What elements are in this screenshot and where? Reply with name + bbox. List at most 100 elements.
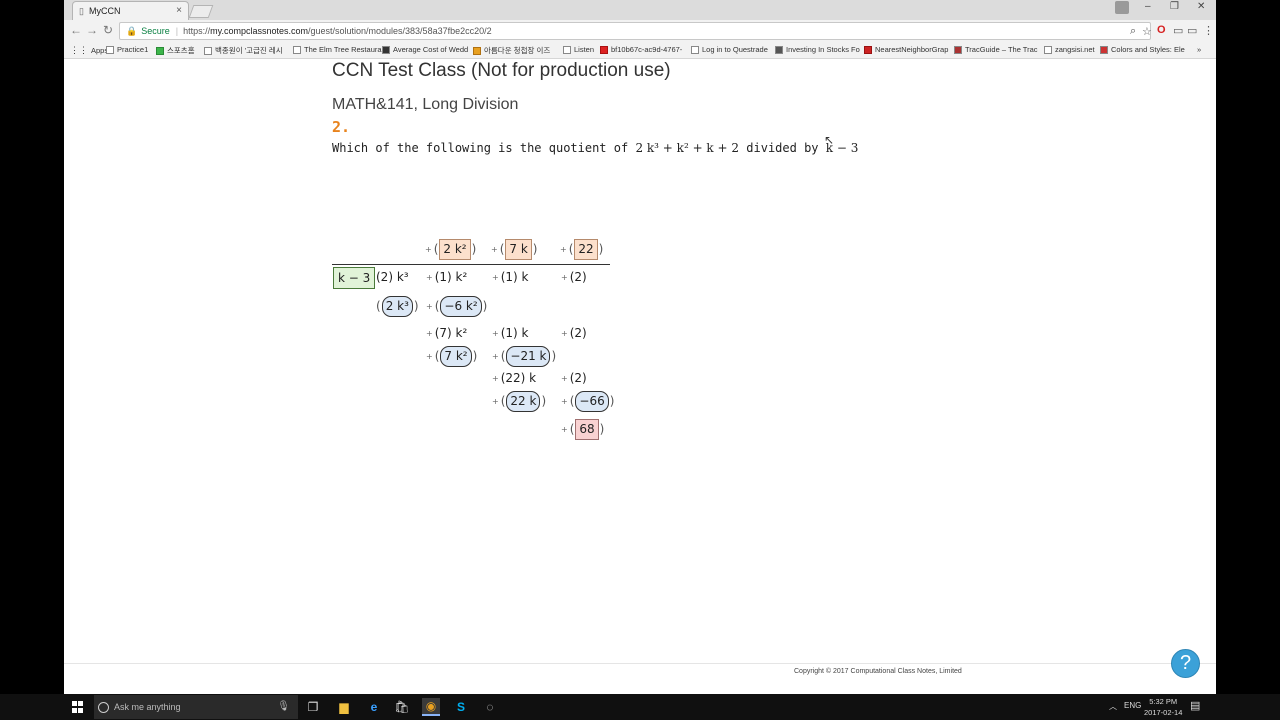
question-polynomial: 2 k³ + k² + k + 2 — [635, 141, 740, 155]
page-content — [64, 60, 1216, 694]
browser-toolbar: ← → ↻ 🔒 Secure | https:// my.compclassno… — [64, 20, 1216, 42]
subtraction-term: +(−66) — [561, 390, 614, 412]
bookmark-item[interactable]: The Elm Tree Restaura — [293, 45, 382, 54]
bookmark-item[interactable]: Practice1 — [106, 45, 148, 54]
bookmark-item[interactable]: 백종원이 '고급진 레시 — [204, 45, 283, 56]
bookmarks-bar: ⋮⋮ Apps Practice1 스포츠홈 백종원이 '고급진 레시 The E… — [64, 42, 1216, 59]
bookmark-item[interactable]: Average Cost of Wedd — [382, 45, 468, 54]
help-button[interactable]: ? — [1171, 649, 1200, 678]
page-icon — [691, 45, 699, 54]
tab-title: MyCCN — [88, 6, 121, 16]
tab-close-icon[interactable]: × — [176, 5, 182, 16]
clock-date: 2017-02-14 — [1144, 708, 1183, 717]
opera-extension-icon[interactable]: O — [1157, 24, 1166, 36]
site-icon — [600, 45, 608, 54]
cortana-search[interactable]: Ask me anything 🎙 — [94, 695, 298, 719]
profile-icon[interactable] — [1115, 1, 1129, 14]
language-indicator[interactable]: ENG — [1124, 701, 1141, 710]
divider: | — [175, 26, 179, 36]
site-icon — [473, 46, 481, 55]
search-placeholder: Ask me anything — [114, 702, 181, 712]
mouse-cursor-icon: ↖ — [824, 133, 835, 147]
new-tab-button[interactable] — [188, 5, 214, 18]
partial-remainder-term: + (2) — [561, 326, 587, 340]
maximize-button[interactable]: ❐ — [1170, 1, 1179, 12]
bookmark-item[interactable]: NearestNeighborGrap — [864, 45, 948, 54]
bookmark-item[interactable]: Log in to Questrade — [691, 45, 768, 54]
subtraction-term: +(−6 k²) — [426, 295, 487, 317]
partial-remainder-term: + (7) k² — [426, 326, 468, 340]
page-icon — [106, 45, 114, 54]
bookmark-item[interactable]: 스포츠홈 — [156, 45, 195, 56]
module-title: MATH&141, Long Division — [332, 96, 519, 113]
app-icon[interactable]: ◌ — [481, 698, 499, 716]
page-icon — [563, 45, 571, 54]
bookmark-item[interactable]: zangsisi.net — [1044, 45, 1095, 54]
skype-icon[interactable]: S — [452, 698, 470, 716]
apps-icon: ⋮⋮ — [70, 45, 88, 55]
extension-icon[interactable]: ▭ — [1173, 24, 1183, 37]
dividend-term: (2) k³ — [376, 270, 409, 284]
zoom-icon[interactable]: ⌕ — [1130, 25, 1136, 38]
site-icon — [382, 45, 390, 54]
bookmark-apps[interactable]: ⋮⋮ Apps — [70, 45, 108, 56]
partial-remainder-term: + (2) — [561, 371, 587, 385]
tab-myccn[interactable]: ▯ MyCCN × — [72, 1, 189, 20]
question-number: 2. — [332, 118, 351, 136]
minimize-button[interactable]: – — [1145, 1, 1151, 12]
site-icon — [954, 45, 962, 54]
windows-start-icon[interactable] — [72, 701, 84, 713]
cast-icon[interactable]: ▭ — [1187, 24, 1197, 37]
question-prefix: Which of the following is the quotient o… — [332, 141, 629, 155]
quotient-term: +(22) — [560, 238, 603, 260]
bookmark-item[interactable]: Listen — [563, 45, 594, 54]
chrome-icon[interactable]: ◉ — [422, 698, 440, 716]
bookmark-item[interactable]: bf10b67c-ac9d-4767- — [600, 45, 682, 54]
page-icon — [293, 45, 301, 54]
question-mid: divided by — [746, 141, 819, 155]
bookmark-item[interactable]: Colors and Styles: Ele — [1100, 45, 1185, 54]
secure-label: Secure — [141, 26, 170, 36]
url-host: my.compclassnotes.com — [210, 26, 308, 36]
notifications-icon[interactable]: ▤ — [1190, 699, 1200, 712]
address-bar[interactable]: 🔒 Secure | https:// my.compclassnotes.co… — [119, 22, 1152, 40]
final-remainder: +(68) — [561, 418, 604, 440]
lock-icon: 🔒 — [126, 25, 138, 36]
store-icon[interactable]: 🛍 — [393, 698, 411, 716]
back-button[interactable]: ← — [70, 23, 82, 37]
subtraction-term: +(22 k) — [492, 390, 546, 412]
tab-strip: ▯ MyCCN × – ❐ ✕ — [64, 0, 1216, 20]
forward-button[interactable]: → — [86, 23, 98, 37]
edge-icon[interactable]: e — [365, 698, 383, 716]
clock[interactable]: 5:32 PM 2017-02-14 — [1144, 696, 1182, 718]
page-icon: ▯ — [79, 5, 84, 16]
page-icon — [204, 46, 212, 55]
subtraction-term: +(−21 k) — [492, 345, 556, 367]
dividend-term: + (2) — [561, 270, 587, 284]
cortana-icon — [98, 701, 109, 713]
menu-icon[interactable]: ⋮ — [1203, 24, 1214, 37]
dividend-term: + (1) k² — [426, 270, 468, 284]
task-view-icon[interactable]: ❐ — [304, 698, 322, 716]
windows-taskbar: Ask me anything 🎙 ❐ ▆ e 🛍 ◉ S ◌ ︿ ENG 5:… — [0, 694, 1280, 720]
bookmark-item[interactable]: Investing In Stocks Fo — [775, 45, 860, 54]
clock-time: 5:32 PM — [1149, 697, 1178, 706]
dividend-term: + (1) k — [492, 270, 529, 284]
question-text: Which of the following is the quotient o… — [332, 141, 858, 155]
microphone-icon[interactable]: 🎙 — [277, 701, 290, 712]
bookmark-item[interactable]: 아름다운 청첩장 이즈 — [473, 45, 550, 56]
reload-button[interactable]: ↻ — [103, 23, 113, 37]
browser-window: ▯ MyCCN × – ❐ ✕ ← → ↻ 🔒 Secure | https:/… — [64, 0, 1216, 694]
bookmarks-overflow-button[interactable]: » — [1197, 45, 1201, 54]
quotient-term: +(2 k²) — [425, 238, 476, 260]
divisor: k − 3 — [332, 267, 376, 289]
file-explorer-icon[interactable]: ▆ — [335, 698, 353, 716]
site-icon — [1100, 45, 1108, 54]
page-footer: Copyright © 2017 Computational Class Not… — [64, 663, 1216, 694]
close-window-button[interactable]: ✕ — [1197, 1, 1205, 12]
partial-remainder-term: + (22) k — [492, 371, 537, 385]
bookmark-item[interactable]: TracGuide – The Trac — [954, 45, 1038, 54]
tray-chevron-icon[interactable]: ︿ — [1109, 701, 1117, 712]
star-icon[interactable]: ☆ — [1142, 25, 1152, 38]
page-icon — [1044, 45, 1052, 54]
